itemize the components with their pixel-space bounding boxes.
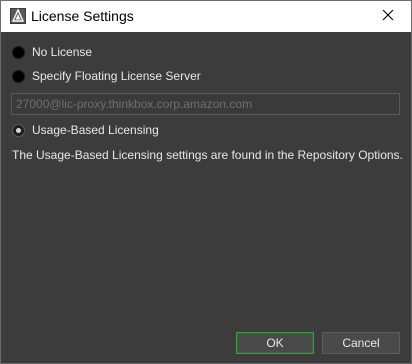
radio-no-license[interactable]: No License bbox=[12, 44, 92, 60]
info-text: The Usage-Based Licensing settings are f… bbox=[12, 148, 403, 162]
radio-usage-based-licensing[interactable]: Usage-Based Licensing bbox=[12, 122, 159, 138]
deadline-logo-icon bbox=[10, 8, 26, 24]
radio-button-selected[interactable] bbox=[12, 123, 25, 137]
radio-label: Specify Floating License Server bbox=[32, 69, 201, 83]
license-server-input[interactable] bbox=[11, 93, 400, 115]
radio-label: Usage-Based Licensing bbox=[32, 123, 159, 137]
window-title: License Settings bbox=[31, 8, 134, 24]
radio-button[interactable] bbox=[12, 69, 25, 83]
close-icon bbox=[382, 8, 394, 26]
radio-label: No License bbox=[32, 45, 93, 59]
license-settings-dialog: License Settings No License Specify Floa… bbox=[0, 0, 412, 364]
ok-button[interactable]: OK bbox=[236, 332, 314, 354]
radio-button[interactable] bbox=[12, 45, 25, 59]
dialog-content: No License Specify Floating License Serv… bbox=[1, 32, 411, 363]
close-button[interactable] bbox=[365, 1, 411, 32]
cancel-button[interactable]: Cancel bbox=[322, 332, 400, 354]
radio-floating-license-server[interactable]: Specify Floating License Server bbox=[12, 68, 201, 84]
title-bar: License Settings bbox=[1, 1, 411, 32]
